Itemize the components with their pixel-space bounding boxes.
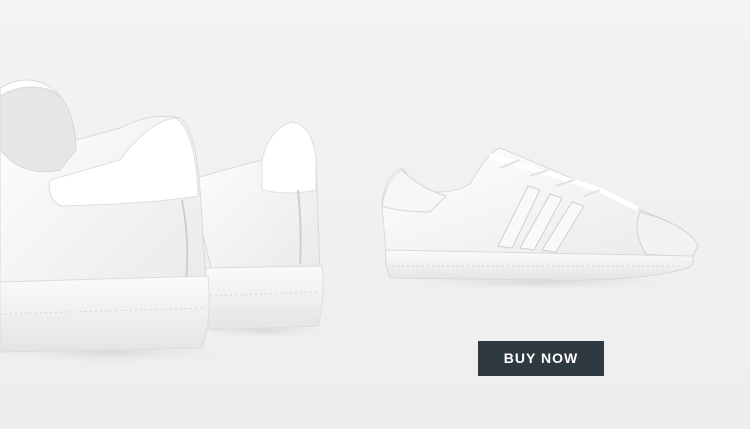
side-view-sneaker (370, 147, 710, 292)
rear-view-sneakers (0, 79, 342, 366)
product-banner: BUY NOW (0, 0, 750, 429)
buy-now-button[interactable]: BUY NOW (478, 341, 604, 376)
sneaker-photo (0, 79, 710, 366)
